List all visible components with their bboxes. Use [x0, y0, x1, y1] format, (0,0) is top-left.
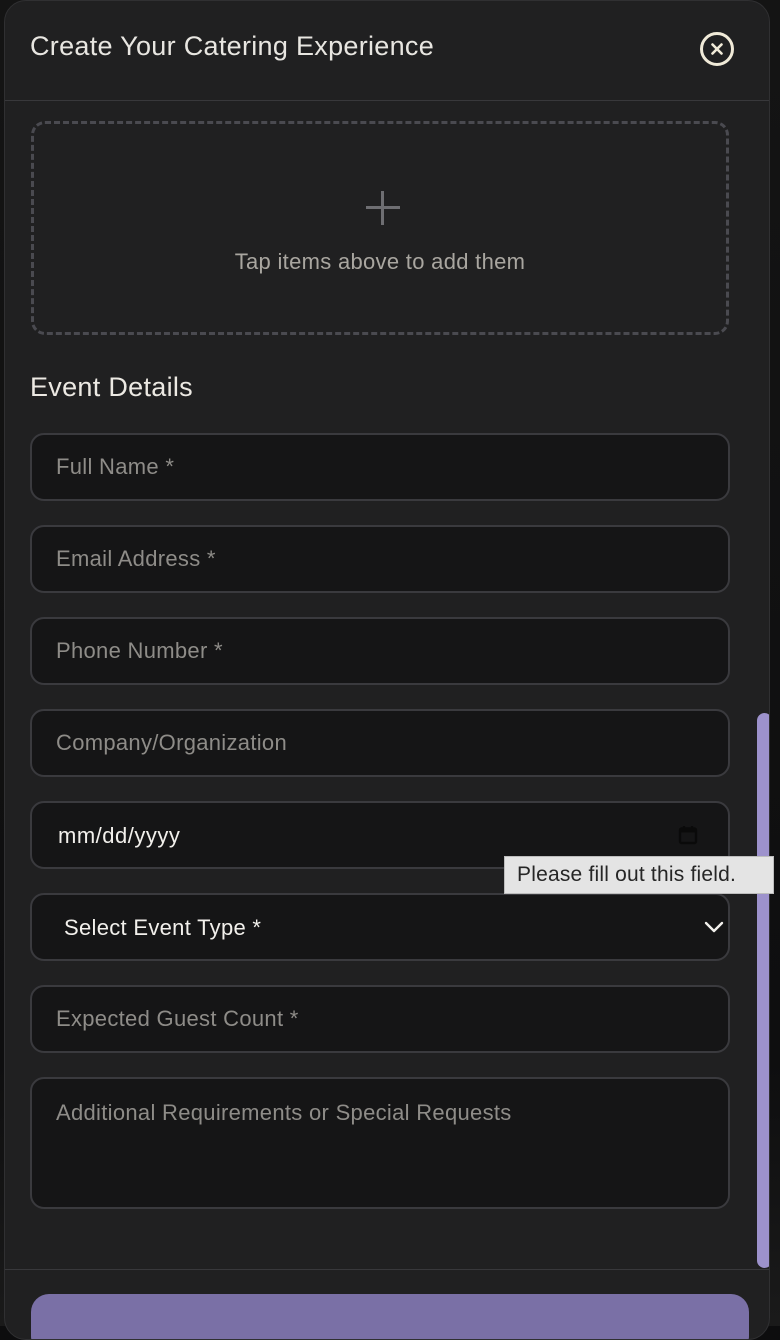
plus-icon: [364, 189, 402, 227]
chevron-down-icon: [704, 921, 724, 933]
guest-count-input[interactable]: [30, 985, 730, 1053]
drop-zone-hint: Tap items above to add them: [234, 249, 526, 274]
full-name-input[interactable]: [30, 433, 730, 501]
event-date-value: mm/dd/yyyy: [58, 823, 181, 848]
phone-number-input[interactable]: [30, 617, 730, 685]
calendar-icon[interactable]: [678, 825, 698, 845]
company-organization-input[interactable]: [30, 709, 730, 777]
submit-button[interactable]: [31, 1294, 749, 1339]
close-button[interactable]: [700, 32, 734, 66]
selected-items-drop-zone: Tap items above to add them: [31, 121, 729, 335]
close-icon: [711, 43, 723, 55]
validation-tooltip: Please fill out this field.: [504, 856, 774, 894]
catering-modal: Create Your Catering Experience Tap item…: [4, 0, 770, 1340]
modal-title: Create Your Catering Experience: [30, 31, 435, 61]
modal-header: Create Your Catering Experience: [5, 1, 769, 101]
event-details-title: Event Details: [30, 372, 193, 402]
event-type-selected: Select Event Type *: [64, 915, 262, 940]
modal-scrollbar-thumb[interactable]: [757, 713, 769, 1268]
special-requests-textarea[interactable]: [30, 1077, 730, 1209]
event-type-select[interactable]: Select Event Type *: [30, 893, 730, 961]
footer-divider: [5, 1269, 769, 1270]
email-address-input[interactable]: [30, 525, 730, 593]
